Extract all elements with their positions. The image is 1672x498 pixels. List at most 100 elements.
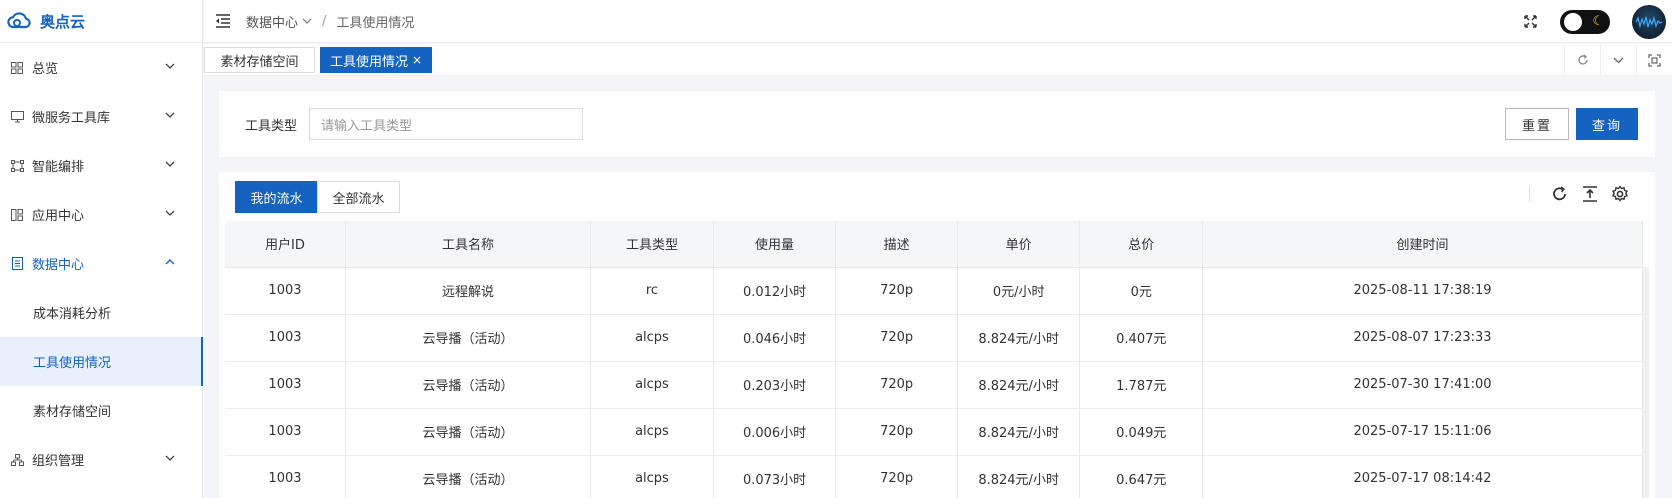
- table-cell: 2025-08-11 17:38:19: [1202, 267, 1643, 315]
- table-cell: 720p: [835, 267, 958, 315]
- table-cell: 远程解说: [345, 267, 592, 315]
- toolbar-divider: [1529, 186, 1530, 202]
- table-cell: 0.407元: [1079, 314, 1204, 362]
- sidebar-item-label: 智能编排: [32, 160, 85, 175]
- cloud-logo-icon: [4, 9, 34, 33]
- table-cell: 1003: [225, 408, 346, 456]
- table-cell: 0元/小时: [957, 267, 1081, 315]
- column-header[interactable]: 使用量: [713, 221, 837, 268]
- chevron-down-icon: [165, 208, 175, 218]
- table-cell: 1.787元: [1079, 361, 1204, 409]
- fullscreen-icon[interactable]: [1522, 14, 1538, 30]
- column-header[interactable]: 创建时间: [1202, 221, 1643, 268]
- tab-tools: [1564, 44, 1672, 76]
- sidebar-item-label: 应用中心: [32, 209, 85, 224]
- theme-toggle[interactable]: ☾: [1560, 9, 1610, 34]
- table-cell: alcps: [590, 455, 714, 498]
- sidebar-subitem-label: 工具使用情况: [33, 356, 112, 371]
- column-header[interactable]: 用户ID: [225, 221, 346, 268]
- maximize-icon[interactable]: [1636, 44, 1672, 76]
- sidebar-item-org-management[interactable]: 组织管理: [0, 435, 203, 484]
- sidebar-item-data-center[interactable]: 数据中心: [0, 239, 203, 288]
- chevron-down-icon: [165, 61, 175, 71]
- sidebar-subitem-tool-usage[interactable]: 工具使用情况: [0, 337, 203, 386]
- nodes-icon: [10, 159, 24, 173]
- apps-icon: [10, 208, 24, 222]
- table-cell: 2025-08-07 17:23:33: [1202, 314, 1643, 362]
- chevron-down-icon[interactable]: [1600, 44, 1636, 76]
- table-cell: 2025-07-30 17:41:00: [1202, 361, 1643, 409]
- tabs-bar: 素材存储空间 工具使用情况 ×: [204, 44, 1672, 76]
- table-cell: 1003: [225, 455, 346, 498]
- table-cell: 1003: [225, 361, 346, 409]
- refresh-icon[interactable]: [1550, 184, 1570, 204]
- toggle-knob: [1564, 12, 1582, 31]
- sidebar-item-overview[interactable]: 总览: [0, 43, 203, 92]
- breadcrumb-separator: /: [322, 13, 327, 29]
- table-cell: 720p: [835, 408, 958, 456]
- sidebar-subitem-storage[interactable]: 素材存储空间: [0, 386, 203, 435]
- settings-icon[interactable]: [1610, 184, 1630, 204]
- sidebar-subitem-cost-analysis[interactable]: 成本消耗分析: [0, 288, 203, 337]
- table-scrollbar[interactable]: [1643, 267, 1649, 498]
- table-row[interactable]: 1003 云导播（活动） alcps 0.006小时 720p 8.824元/小…: [225, 408, 1643, 456]
- sidebar: 奥点云 总览 微服务工具库 智能编排 应用中心 数据中心 成本消耗分析 工具使用…: [0, 0, 203, 498]
- column-header[interactable]: 总价: [1079, 221, 1204, 268]
- monitor-icon: [10, 110, 24, 124]
- table-cell: rc: [590, 267, 714, 315]
- document-icon: [10, 257, 24, 271]
- table-cell: 8.824元/小时: [957, 314, 1081, 362]
- chevron-down-icon[interactable]: [302, 18, 312, 24]
- table-row[interactable]: 1003 云导播（活动） alcps 0.046小时 720p 8.824元/小…: [225, 314, 1643, 362]
- sidebar-item-microservices[interactable]: 微服务工具库: [0, 92, 203, 141]
- table-cell: 2025-07-17 15:11:06: [1202, 408, 1643, 456]
- reset-button[interactable]: 重置: [1505, 108, 1569, 140]
- tab-all-transactions[interactable]: 全部流水: [317, 181, 400, 213]
- logo[interactable]: 奥点云: [0, 0, 202, 43]
- sidebar-item-label: 组织管理: [32, 454, 85, 469]
- header-actions: ☾: [1522, 0, 1672, 43]
- tool-type-label: 工具类型: [245, 119, 298, 134]
- table-cell: 0.046小时: [713, 314, 837, 362]
- refresh-icon[interactable]: [1564, 44, 1600, 76]
- column-header[interactable]: 单价: [957, 221, 1081, 268]
- table-cell: 8.824元/小时: [957, 455, 1081, 498]
- column-header[interactable]: 描述: [835, 221, 958, 268]
- table-cell: 0.073小时: [713, 455, 837, 498]
- table-panel: 我的流水 全部流水 用户ID 工具名称 工具类型 使用量 描述 单价 总价 创建…: [219, 172, 1655, 498]
- moon-icon: ☾: [1592, 13, 1604, 29]
- usage-table: 用户ID 工具名称 工具类型 使用量 描述 单价 总价 创建时间 1003 远程…: [225, 221, 1643, 498]
- table-row[interactable]: 1003 远程解说 rc 0.012小时 720p 0元/小时 0元 2025-…: [225, 267, 1643, 315]
- chevron-up-icon: [165, 257, 175, 267]
- table-cell: 云导播（活动）: [345, 314, 592, 362]
- tool-type-input[interactable]: 请输入工具类型: [309, 108, 583, 140]
- table-cell: 0.647元: [1079, 455, 1204, 498]
- table-cell: 1003: [225, 267, 346, 315]
- table-cell: alcps: [590, 314, 714, 362]
- table-cell: 720p: [835, 361, 958, 409]
- column-height-icon[interactable]: [1580, 184, 1600, 204]
- column-header[interactable]: 工具名称: [345, 221, 592, 268]
- table-cell: 云导播（活动）: [345, 455, 592, 498]
- column-header[interactable]: 工具类型: [590, 221, 714, 268]
- close-icon[interactable]: ×: [412, 53, 422, 67]
- tab-my-transactions[interactable]: 我的流水: [235, 181, 318, 213]
- top-header: 数据中心 / 工具使用情况 ☾: [204, 0, 1672, 43]
- sidebar-item-app-center[interactable]: 应用中心: [0, 190, 203, 239]
- avatar[interactable]: [1632, 4, 1666, 39]
- table-cell: alcps: [590, 361, 714, 409]
- table-row[interactable]: 1003 云导播（活动） alcps 0.203小时 720p 8.824元/小…: [225, 361, 1643, 409]
- query-button[interactable]: 查询: [1576, 108, 1638, 140]
- tab-storage[interactable]: 素材存储空间: [204, 47, 315, 73]
- table-cell: 720p: [835, 314, 958, 362]
- table-cell: 2025-07-17 08:14:42: [1202, 455, 1643, 498]
- table-row[interactable]: 1003 云导播（活动） alcps 0.073小时 720p 8.824元/小…: [225, 455, 1643, 498]
- table-cell: 0.049元: [1079, 408, 1204, 456]
- chevron-down-icon: [165, 159, 175, 169]
- menu-fold-icon[interactable]: [214, 12, 232, 30]
- sidebar-item-label: 微服务工具库: [32, 111, 111, 126]
- tab-tool-usage[interactable]: 工具使用情况 ×: [320, 47, 432, 73]
- table-cell: 云导播（活动）: [345, 408, 592, 456]
- sidebar-item-orchestration[interactable]: 智能编排: [0, 141, 203, 190]
- breadcrumb-parent[interactable]: 数据中心: [246, 12, 298, 31]
